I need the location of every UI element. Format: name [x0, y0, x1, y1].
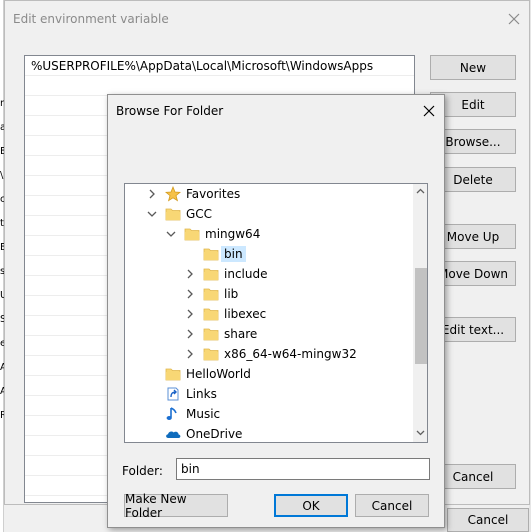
folder-icon — [203, 306, 219, 322]
chevron-down-icon[interactable] — [164, 227, 178, 241]
tree-item[interactable]: libexec — [183, 304, 266, 324]
chevron-right-icon[interactable] — [183, 347, 197, 361]
dialog-title: Browse For Folder — [116, 104, 224, 118]
tree-item[interactable]: bin — [183, 244, 246, 264]
tree-item[interactable]: mingw64 — [164, 224, 260, 244]
folder-icon — [165, 206, 181, 222]
tree-item-label: Music — [186, 407, 221, 421]
new-button[interactable]: New — [430, 55, 516, 80]
chevron-right-icon[interactable] — [183, 287, 197, 301]
folder-icon — [184, 226, 200, 242]
folder-icon — [203, 326, 219, 342]
tree-item-label: OneDrive — [186, 427, 243, 441]
tree-item[interactable]: include — [183, 264, 267, 284]
tree-item-label: include — [224, 267, 268, 281]
close-button[interactable] — [503, 8, 525, 30]
tree-item[interactable]: HelloWorld — [145, 364, 251, 384]
list-item[interactable]: %USERPROFILE%\AppData\Local\Microsoft\Wi… — [25, 56, 414, 76]
chevron-right-icon[interactable] — [183, 307, 197, 321]
folder-label: Folder: — [122, 464, 163, 478]
folder-input[interactable]: bin — [176, 458, 430, 480]
ok-button[interactable]: OK — [274, 494, 348, 517]
folder-icon — [203, 266, 219, 282]
links-icon — [165, 386, 181, 402]
tree-item-label: GCC — [186, 207, 213, 221]
tree-item-label: Favorites — [186, 187, 241, 201]
tree-item-label: share — [224, 327, 258, 341]
scroll-up-arrow-icon[interactable] — [416, 188, 425, 194]
folder-icon — [203, 346, 219, 362]
scroll-down-arrow-icon[interactable] — [416, 430, 425, 436]
tree-item[interactable]: Music — [145, 404, 220, 424]
tree-item-label: mingw64 — [205, 227, 261, 241]
chevron-right-icon[interactable] — [183, 267, 197, 281]
music-icon — [165, 406, 181, 422]
list-item-text: %USERPROFILE%\AppData\Local\Microsoft\Wi… — [31, 59, 374, 73]
dialog-close-button[interactable] — [418, 100, 440, 122]
dialog-cancel-button[interactable]: Cancel — [355, 494, 429, 517]
chevron-down-icon[interactable] — [145, 207, 159, 221]
window-title: Edit environment variable — [13, 12, 169, 26]
tree-item[interactable]: x86_64-w64-mingw32 — [183, 344, 357, 364]
folder-icon — [165, 366, 181, 382]
tree-item[interactable]: lib — [183, 284, 238, 304]
tree-item[interactable]: OneDrive — [145, 424, 243, 442]
list-item[interactable] — [25, 76, 414, 96]
tree-item[interactable]: GCC — [145, 204, 212, 224]
outer-cancel-button[interactable]: Cancel — [447, 508, 529, 532]
folder-tree[interactable]: Favorites GCC mingw64 bin include lib libexec s… — [124, 183, 428, 443]
tree-item-label: lib — [224, 287, 239, 301]
scroll-thumb[interactable] — [415, 268, 427, 364]
folder-icon — [203, 286, 219, 302]
tree-item[interactable]: Links — [145, 384, 217, 404]
tree-scrollbar[interactable] — [413, 184, 427, 442]
tree-item[interactable]: Favorites — [145, 184, 240, 204]
tree-item[interactable]: share — [183, 324, 257, 344]
close-icon — [423, 105, 435, 117]
background-text-fragment: \ — [0, 170, 4, 181]
onedrive-icon — [165, 426, 181, 442]
tree-item-label: libexec — [224, 307, 267, 321]
tree-item-label: HelloWorld — [186, 367, 251, 381]
make-new-folder-button[interactable]: Make New Folder — [124, 492, 228, 520]
browse-for-folder-dialog: Browse For Folder Favorites GCC mingw64 bin… — [107, 94, 445, 528]
chevron-right-icon[interactable] — [145, 187, 159, 201]
folder-icon — [203, 246, 219, 262]
close-icon — [508, 13, 520, 25]
star-icon — [165, 186, 181, 202]
tree-item-label: x86_64-w64-mingw32 — [224, 347, 357, 361]
chevron-right-icon[interactable] — [183, 327, 197, 341]
tree-item-label: Links — [186, 387, 217, 401]
tree-item-label: bin — [221, 246, 246, 262]
